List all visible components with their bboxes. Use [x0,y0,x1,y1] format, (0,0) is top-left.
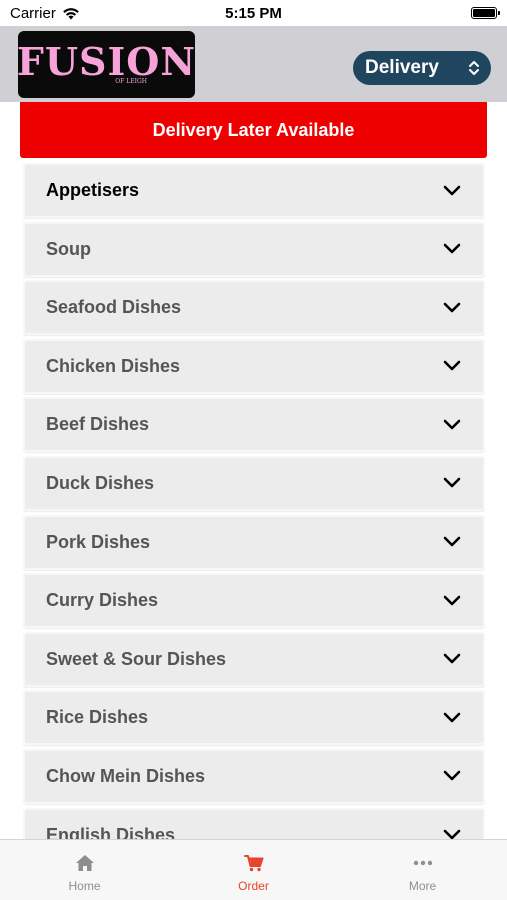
logo-text: FUSION [16,39,197,84]
category-label: Chicken Dishes [46,355,181,376]
category-beef-dishes[interactable]: Beef Dishes [23,397,485,453]
chevron-down-icon [443,829,461,839]
chevron-down-icon [443,771,461,781]
tab-more[interactable]: More [338,840,507,893]
category-label: Sweet & Sour Dishes [46,648,227,669]
menu-category-list: Appetisers Soup Seafood Dishes Chicken D… [23,163,485,839]
category-soup[interactable]: Soup [23,221,485,277]
wifi-icon [63,7,79,19]
chevron-down-icon [443,185,461,195]
category-chow-mein-dishes[interactable]: Chow Mein Dishes [23,748,485,804]
chevron-down-icon [443,360,461,371]
tab-bar: Home Order More [0,839,507,900]
carrier-label: Carrier [10,4,56,22]
restaurant-logo[interactable]: FUSION OF LEIGH [16,31,197,98]
chevron-down-icon [443,478,461,488]
mode-select-value: Delivery [365,57,439,78]
chevron-down-icon [443,712,461,723]
banner-text: Delivery Later Available [152,119,355,140]
header: FUSION OF LEIGH Delivery [0,26,507,102]
chevron-down-icon [443,302,461,312]
status-bar: Carrier 5:15 PM [0,0,507,26]
category-rice-dishes[interactable]: Rice Dishes [23,690,485,746]
home-icon [75,855,94,871]
battery-icon [471,7,500,19]
category-english-dishes[interactable]: English Dishes [23,807,485,839]
delivery-mode-select[interactable]: Delivery [353,51,491,85]
logo-subtext: OF LEIGH [115,78,147,85]
category-label: Chow Mein Dishes [46,765,206,786]
category-appetisers[interactable]: Appetisers [23,163,485,218]
category-curry-dishes[interactable]: Curry Dishes [23,573,485,629]
chevron-down-icon [443,419,461,430]
status-left: Carrier [10,5,80,22]
category-label: Seafood Dishes [46,297,182,318]
category-label: Beef Dishes [46,414,150,435]
tab-order[interactable]: Order [169,840,338,893]
category-label: Duck Dishes [46,472,155,493]
tab-home[interactable]: Home [0,840,169,893]
category-duck-dishes[interactable]: Duck Dishes [23,455,485,511]
category-label: English Dishes [46,824,176,839]
category-seafood-dishes[interactable]: Seafood Dishes [23,280,485,336]
category-label: Appetisers [46,180,140,200]
chevron-up-down-icon [469,61,479,75]
chevron-down-icon [443,243,461,254]
chevron-down-icon [443,595,461,605]
category-pork-dishes[interactable]: Pork Dishes [23,514,485,570]
tab-label: Order [238,879,269,893]
more-icon [413,860,432,866]
category-label: Soup [46,238,91,259]
category-label: Curry Dishes [46,590,159,611]
category-chicken-dishes[interactable]: Chicken Dishes [23,338,485,394]
tab-label: More [408,879,437,893]
chevron-down-icon [443,653,461,664]
tab-label: Home [68,879,101,893]
delivery-later-banner[interactable]: Delivery Later Available [20,102,487,158]
category-label: Rice Dishes [46,707,149,728]
chevron-down-icon [443,536,461,547]
category-label: Pork Dishes [46,531,151,552]
category-sweet-sour-dishes[interactable]: Sweet & Sour Dishes [23,631,485,687]
cart-icon [243,855,263,872]
